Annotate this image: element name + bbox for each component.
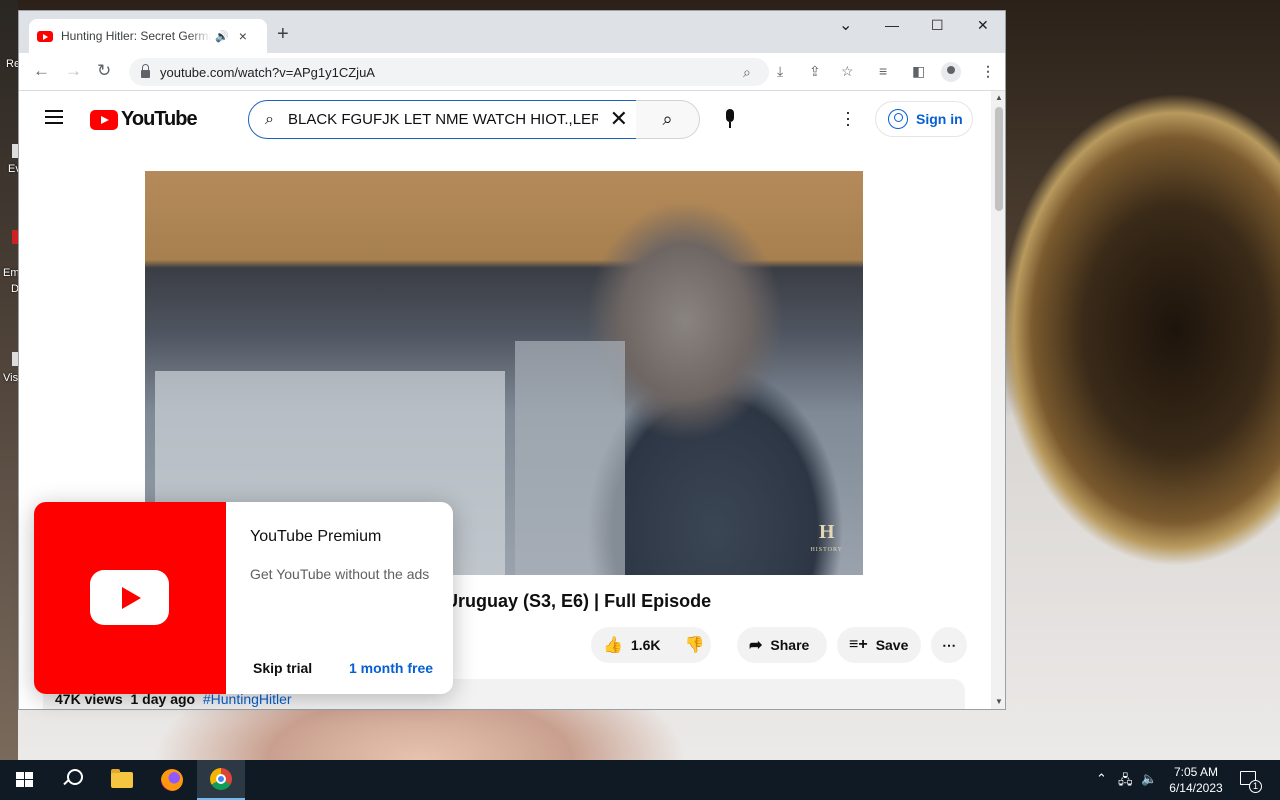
address-bar[interactable]: youtube.com/watch?v=APg1y1CZjuA ⌕ — [129, 58, 769, 86]
chrome-taskbar-button[interactable] — [197, 760, 245, 800]
promo-banner — [34, 502, 226, 694]
chrome-menu-icon[interactable]: ⋮ — [981, 63, 995, 80]
youtube-logo[interactable]: YouTube — [90, 108, 198, 131]
search-query[interactable]: BLACK FGUFJK LET NME WATCH HIOT.,LER — [288, 111, 598, 128]
windows-start-icon[interactable] — [16, 772, 33, 788]
thumbs-up-icon[interactable]: 👍 — [603, 635, 623, 655]
clear-search-icon[interactable]: ✕ — [610, 108, 628, 130]
back-arrow-icon[interactable]: ← — [33, 61, 50, 81]
like-dislike-group: 👍 1.6K 👎 — [591, 627, 711, 663]
settings-kebab-icon[interactable]: · · · — [845, 103, 851, 133]
firefox-button[interactable] — [148, 760, 196, 800]
video-title: Uruguay (S3, E6) | Full Episode — [445, 591, 712, 611]
reload-icon[interactable]: ↻ — [97, 61, 111, 81]
desktop-icon-label[interactable]: Vis — [3, 372, 18, 384]
maximize-button[interactable]: ☐ — [931, 17, 944, 34]
like-count[interactable]: 1.6K — [631, 637, 661, 653]
side-panel-icon[interactable]: ◧ — [912, 63, 925, 80]
video-frame-detail — [515, 341, 625, 575]
new-tab-button[interactable]: + — [277, 24, 289, 44]
microphone-icon[interactable] — [719, 107, 741, 131]
share-button[interactable]: ➦ Share — [737, 627, 827, 663]
network-icon[interactable]: 🖧 — [1118, 771, 1133, 793]
youtube-header: YouTube ⌕ BLACK FGUFJK LET NME WATCH HIO… — [19, 91, 991, 147]
one-month-free-button[interactable]: 1 month free — [349, 660, 433, 676]
page-scrollbar[interactable]: ▲ ▼ — [991, 91, 1005, 709]
clock-time: 7:05 AM — [1173, 765, 1219, 779]
desktop-icon[interactable] — [0, 230, 18, 270]
scroll-up-arrow-icon[interactable]: ▲ — [995, 93, 1003, 102]
youtube-wordmark: YouTube — [121, 108, 198, 130]
folder-icon — [111, 769, 133, 788]
youtube-favicon-icon — [37, 30, 53, 42]
firefox-icon — [161, 769, 183, 791]
search-input[interactable]: ⌕ BLACK FGUFJK LET NME WATCH HIOT.,LER ✕ — [248, 100, 637, 139]
windows-taskbar: ⌃ 🖧 🔈 7:05 AM 6/14/2023 1 — [0, 760, 1280, 800]
volume-muted-icon[interactable]: 🔈 — [1141, 771, 1157, 787]
url-text[interactable]: youtube.com/watch?v=APg1y1CZjuA — [160, 65, 375, 80]
save-label: Save — [875, 637, 909, 653]
bookmark-star-icon[interactable]: ☆ — [841, 63, 854, 80]
sign-in-label: Sign in — [916, 111, 963, 127]
youtube-play-icon — [90, 109, 118, 130]
chrome-icon — [210, 768, 232, 790]
more-horizontal-icon: ⋯ — [942, 636, 956, 653]
youtube-play-icon — [90, 570, 169, 625]
clock-date: 6/14/2023 — [1169, 781, 1223, 795]
share-page-icon[interactable]: ⇪ — [809, 63, 821, 80]
profile-avatar-icon[interactable] — [941, 62, 961, 82]
tab-close-icon[interactable]: × — [239, 28, 247, 44]
more-actions-button[interactable]: ⋯ — [931, 627, 967, 663]
playlist-add-icon: ≡+ — [849, 636, 868, 653]
scroll-down-arrow-icon[interactable]: ▼ — [995, 697, 1003, 706]
sign-in-button[interactable]: Sign in — [875, 101, 973, 137]
youtube-premium-promo: YouTube Premium Get YouTube without the … — [34, 502, 453, 694]
speaker-icon[interactable]: 🔊 — [215, 30, 229, 43]
taskbar-search-icon[interactable] — [62, 769, 83, 789]
minimize-button[interactable]: — — [885, 17, 899, 33]
promo-title: YouTube Premium — [250, 528, 382, 545]
thumbs-down-icon[interactable]: 👎 — [685, 635, 705, 655]
scrollbar-thumb[interactable] — [995, 107, 1003, 211]
account-icon — [888, 109, 908, 129]
zoom-search-icon[interactable]: ⌕ — [743, 64, 751, 81]
save-button[interactable]: ≡+ Save — [837, 627, 921, 663]
show-hidden-icons-chevron-icon[interactable]: ⌃ — [1096, 771, 1107, 787]
promo-subtitle: Get YouTube without the ads — [250, 566, 430, 582]
search-icon: ⌕ — [265, 110, 274, 128]
browser-toolbar: ← → ↻ youtube.com/watch?v=APg1y1CZjuA ⌕ … — [19, 53, 1005, 91]
notification-count: 1 — [1249, 780, 1262, 793]
media-queue-icon[interactable]: ≡ — [879, 63, 887, 79]
lock-icon[interactable] — [141, 64, 150, 78]
menu-icon[interactable] — [45, 110, 63, 124]
share-arrow-icon: ➦ — [749, 637, 763, 654]
close-window-button[interactable]: ✕ — [977, 17, 989, 34]
search-button[interactable]: ⌕ — [636, 100, 700, 139]
tab-title: Hunting Hitler: Secret German — [61, 29, 211, 43]
install-app-icon[interactable]: ⤓ — [777, 63, 783, 80]
system-clock[interactable]: 7:05 AM 6/14/2023 — [1164, 764, 1228, 796]
tab-strip: Hunting Hitler: Secret German 🔊 × + ⌄ — … — [19, 11, 1005, 53]
forward-arrow-icon[interactable]: → — [65, 61, 82, 81]
search-icon: ⌕ — [662, 109, 673, 129]
skip-trial-button[interactable]: Skip trial — [253, 660, 312, 676]
browser-tab-active[interactable]: Hunting Hitler: Secret German 🔊 × — [29, 19, 267, 53]
history-channel-watermark: H HISTORY — [810, 521, 843, 553]
share-label: Share — [770, 637, 810, 653]
tab-search-icon[interactable]: ⌄ — [839, 15, 852, 35]
file-explorer-button[interactable] — [98, 760, 146, 800]
